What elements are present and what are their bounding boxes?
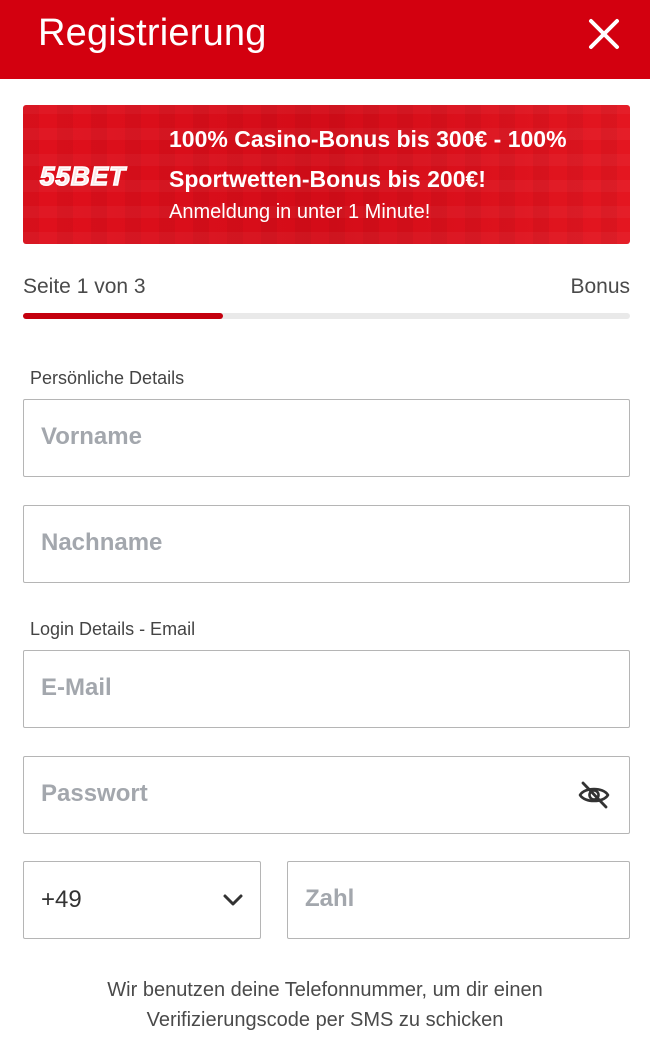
banner-headline: 100% Casino-Bonus bis 300€ - 100% Sportw… [169, 119, 619, 199]
phone-placeholder: Zahl [305, 885, 355, 912]
last-name-input[interactable]: Nachname [23, 505, 630, 583]
promo-banner: 55BET 55BET 100% Casino-Bonus bis 300€ -… [23, 105, 630, 244]
section-label-login: Login Details - Email [30, 619, 196, 639]
email-input[interactable]: E-Mail [23, 650, 630, 728]
email-placeholder: E-Mail [41, 674, 112, 701]
phone-number-input[interactable]: Zahl [287, 861, 630, 939]
password-input[interactable]: Passwort [23, 756, 630, 834]
last-name-placeholder: Nachname [41, 529, 163, 556]
step-indicator: Seite 1 von 3 [23, 275, 146, 298]
progress-bar-fill [23, 313, 224, 319]
phone-usage-hint: Wir benutzen deine Telefonnummer, um dir… [0, 975, 650, 1035]
banner-headline-line2: Sportwetten-Bonus bis 200€! [169, 166, 486, 192]
progress-bar [23, 313, 630, 319]
section-label-personal: Persönliche Details [30, 368, 185, 388]
app-header: Registrierung [0, 0, 650, 79]
brand-logo: 55BET 55BET [39, 160, 127, 192]
chevron-down-icon [223, 894, 243, 906]
next-step-label: Bonus [570, 275, 630, 298]
close-button[interactable] [582, 14, 626, 54]
banner-headline-line1: 100% Casino-Bonus bis 300€ - 100% [169, 126, 567, 152]
first-name-placeholder: Vorname [41, 423, 142, 450]
hint-line2: Verifizierungscode per SMS zu schicken [146, 1009, 504, 1031]
close-icon [589, 19, 619, 49]
country-code-select[interactable]: +49 [23, 861, 261, 939]
country-code-value: +49 [41, 886, 82, 913]
eye-slash-icon[interactable] [577, 779, 611, 811]
svg-text:55BET: 55BET [40, 161, 127, 191]
first-name-input[interactable]: Vorname [23, 399, 630, 477]
page-title: Registrierung [38, 12, 267, 54]
hint-line1: Wir benutzen deine Telefonnummer, um dir… [107, 979, 543, 1001]
password-placeholder: Passwort [41, 780, 148, 807]
banner-subline: Anmeldung in unter 1 Minute! [169, 201, 431, 223]
